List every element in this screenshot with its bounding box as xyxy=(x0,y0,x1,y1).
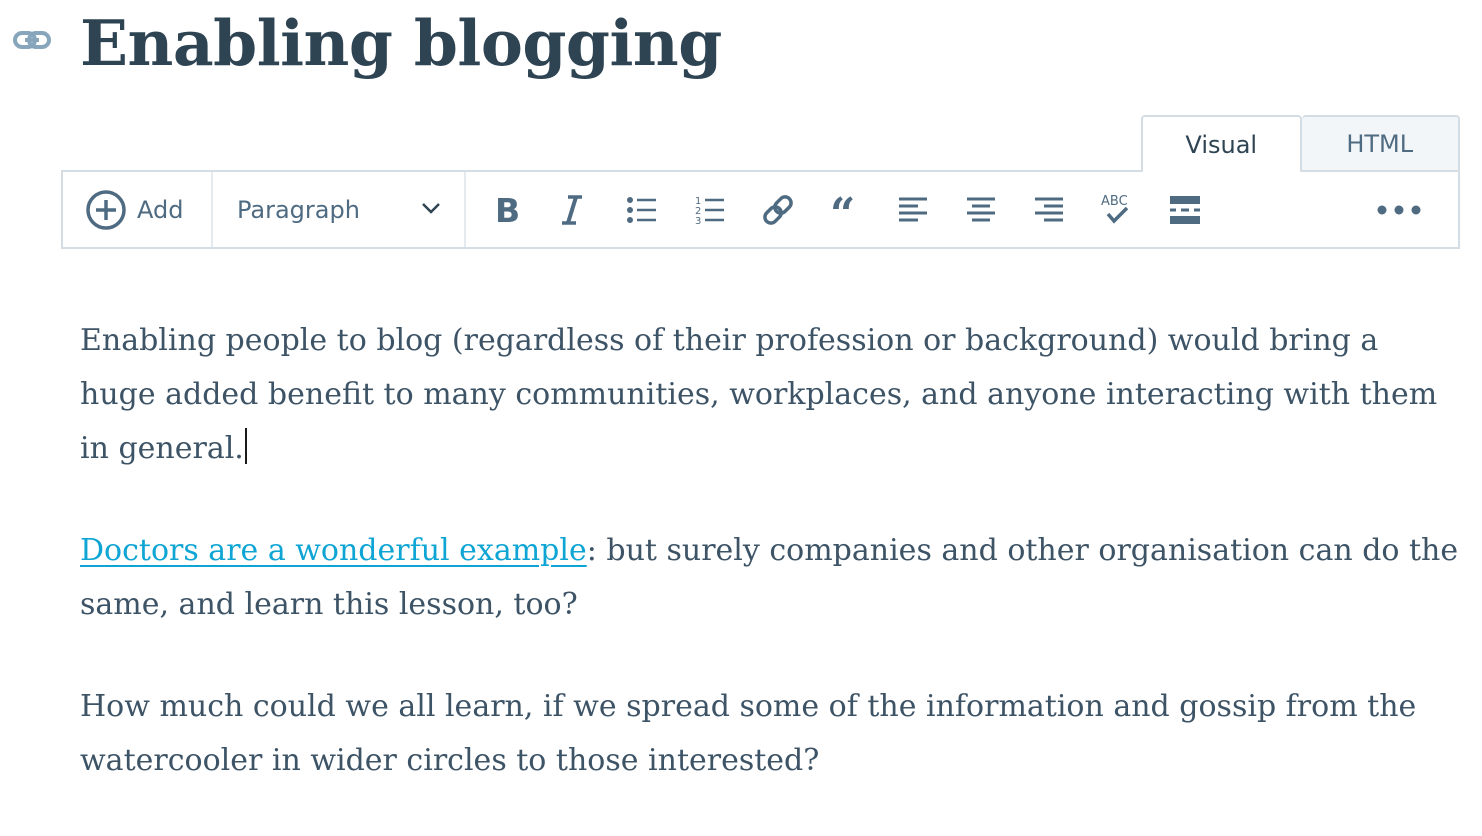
format-select-value: Paragraph xyxy=(237,195,360,224)
align-right-button[interactable] xyxy=(1025,186,1073,234)
paragraph-2[interactable]: Doctors are a wonderful example: but sur… xyxy=(80,524,1460,632)
text-cursor xyxy=(244,428,247,464)
bulleted-list-button[interactable] xyxy=(618,186,666,234)
blockquote-button[interactable]: “ xyxy=(822,186,870,234)
editor-mode-tabs: Visual HTML xyxy=(1141,115,1460,172)
italic-button[interactable] xyxy=(548,186,596,234)
chevron-down-icon xyxy=(422,203,440,214)
italic-icon xyxy=(562,195,582,225)
permalink-icon[interactable] xyxy=(12,27,52,55)
toolbar-more-button[interactable] xyxy=(1375,186,1423,234)
svg-text:B: B xyxy=(495,193,520,227)
spellcheck-icon: ABC xyxy=(1101,194,1129,224)
align-center-button[interactable] xyxy=(957,186,1005,234)
add-media-button[interactable]: Add xyxy=(63,172,213,247)
doctors-example-link[interactable]: Doctors are a wonderful example xyxy=(80,533,587,568)
svg-text:3: 3 xyxy=(695,216,701,226)
align-left-button[interactable] xyxy=(889,186,937,234)
post-title[interactable]: Enabling blogging xyxy=(80,0,722,86)
paragraph-3[interactable]: How much could we all learn, if we sprea… xyxy=(80,680,1460,788)
add-label: Add xyxy=(137,195,184,224)
bold-button[interactable]: B xyxy=(482,186,530,234)
spellcheck-button[interactable]: ABC xyxy=(1093,186,1141,234)
bold-icon: B xyxy=(495,193,520,227)
align-right-icon xyxy=(1035,197,1063,222)
tab-visual[interactable]: Visual xyxy=(1141,115,1302,172)
read-more-icon xyxy=(1170,196,1200,224)
blockquote-icon: “ xyxy=(830,195,855,225)
add-circle-icon xyxy=(86,189,126,230)
tab-html[interactable]: HTML xyxy=(1301,115,1460,171)
more-icon xyxy=(1377,205,1421,215)
align-center-icon xyxy=(967,197,995,222)
numbered-list-button[interactable]: 1 2 3 xyxy=(686,186,734,234)
spellcheck-icon-label: ABC xyxy=(1101,194,1128,209)
align-left-icon xyxy=(899,197,927,222)
svg-text:“: “ xyxy=(830,195,855,225)
numbered-list-icon: 1 2 3 xyxy=(695,196,724,226)
bulleted-list-icon xyxy=(627,197,656,223)
paragraph-1[interactable]: Enabling people to blog (regardless of t… xyxy=(80,314,1460,476)
paragraph-1-text: Enabling people to blog (regardless of t… xyxy=(80,323,1438,466)
editor-content[interactable]: Enabling people to blog (regardless of t… xyxy=(80,314,1460,836)
insert-read-more-button[interactable] xyxy=(1161,186,1209,234)
insert-link-button[interactable] xyxy=(754,186,802,234)
editor-toolbar: Add Paragraph B 1 2 3 “ ABC xyxy=(61,170,1460,249)
paragraph-format-select[interactable]: Paragraph xyxy=(213,172,466,247)
link-icon xyxy=(763,195,793,225)
